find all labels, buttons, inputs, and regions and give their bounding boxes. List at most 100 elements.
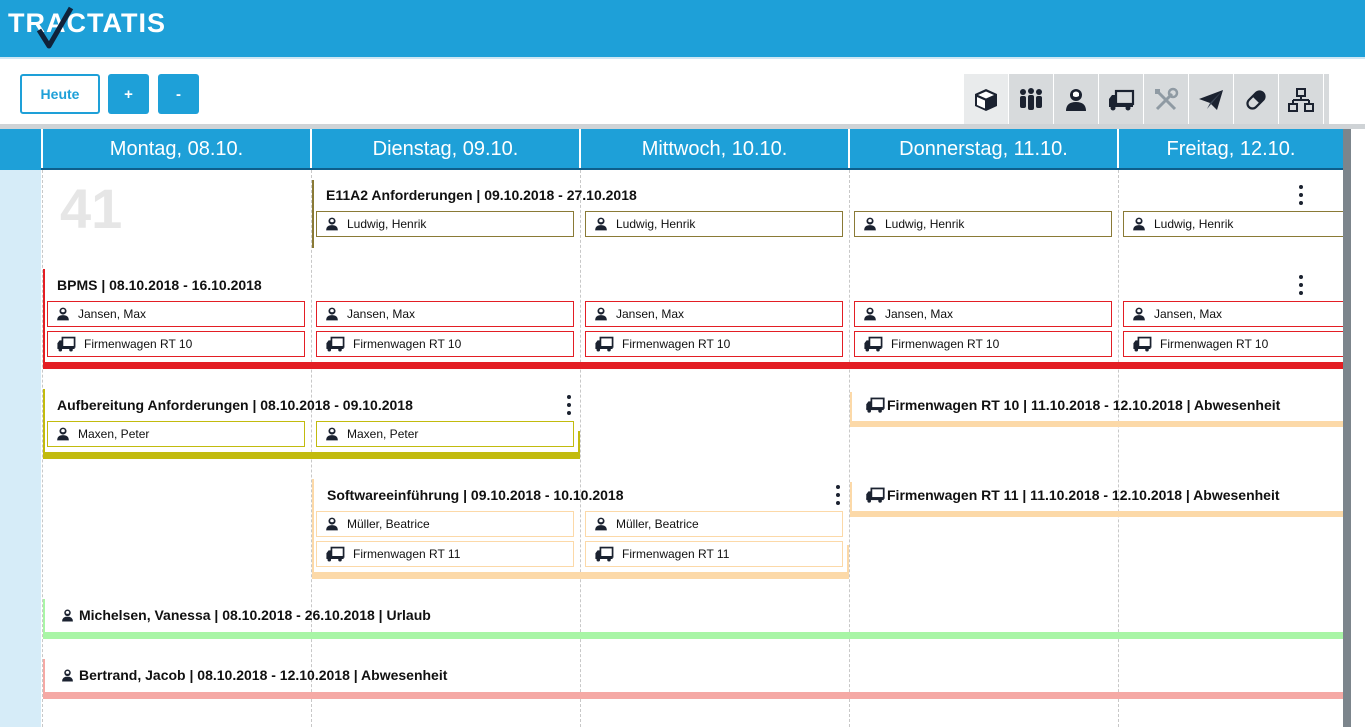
grid-line (580, 170, 581, 727)
event-bpms-person-chip[interactable]: Jansen, Max (585, 301, 843, 327)
event-rt10-absence-accent (850, 392, 852, 422)
event-rt11-absence-bar (850, 511, 1343, 517)
person-icon (326, 517, 338, 531)
day-header-friday[interactable]: Freitag, 12.10. (1119, 129, 1343, 170)
paper-plane-icon (1199, 89, 1223, 110)
person-icon (62, 669, 73, 681)
event-rt11-absence-accent (850, 482, 852, 512)
event-software-accent (312, 479, 314, 573)
event-software-vehicle-chip[interactable]: Firmenwagen RT 11 (316, 541, 574, 567)
person-icon (595, 307, 607, 321)
event-bertrand-bar (43, 692, 1343, 699)
grid-line (311, 170, 312, 727)
event-rt10-absence-title[interactable]: Firmenwagen RT 10 | 11.10.2018 - 12.10.2… (864, 397, 1280, 413)
event-rt10-absence-bar (850, 421, 1343, 427)
filter-projects-button[interactable] (964, 74, 1009, 125)
event-aufbereitung-person-chip[interactable]: Maxen, Peter (316, 421, 574, 447)
grid-line (1118, 170, 1119, 727)
truck-icon (866, 397, 885, 413)
event-software-person-chip[interactable]: Müller, Beatrice (585, 511, 843, 537)
event-bpms-person-chip[interactable]: Jansen, Max (854, 301, 1112, 327)
person-icon (595, 517, 607, 531)
filter-materials-button[interactable] (1234, 74, 1279, 125)
event-bpms-vehicle-chip[interactable]: Firmenwagen RT 10 (854, 331, 1112, 357)
row-gutter (0, 129, 41, 727)
event-bpms-person-chip[interactable]: Jansen, Max (47, 301, 305, 327)
event-e11a2-person-chip[interactable]: Ludwig, Henrik (316, 211, 574, 237)
event-software-vehicle-chip[interactable]: Firmenwagen RT 11 (585, 541, 843, 567)
today-button[interactable]: Heute (20, 74, 100, 114)
event-e11a2-accent (312, 180, 314, 248)
brand-logo[interactable]: TRACTATIS (8, 6, 166, 49)
event-e11a2-person-chip[interactable]: Ludwig, Henrik (1123, 211, 1343, 237)
pill-icon (1246, 89, 1266, 110)
person-icon (1133, 307, 1145, 321)
event-software-end-accent (847, 545, 849, 573)
team-icon (1020, 87, 1042, 110)
event-bpms-title[interactable]: BPMS | 08.10.2018 - 16.10.2018 (57, 277, 262, 293)
top-bar-underline (0, 57, 1365, 59)
truck-icon (866, 487, 885, 503)
filter-tools-button[interactable] (1144, 74, 1189, 125)
event-bpms-vehicle-chip[interactable]: Firmenwagen RT 10 (1123, 331, 1343, 357)
filter-teams-button[interactable] (1009, 74, 1054, 125)
event-e11a2-person-chip[interactable]: Ludwig, Henrik (854, 211, 1112, 237)
person-icon (1133, 217, 1145, 231)
zoom-out-button[interactable]: - (158, 74, 199, 114)
event-bpms-vehicle-chip[interactable]: Firmenwagen RT 10 (316, 331, 574, 357)
zoom-in-button[interactable]: + (108, 74, 149, 114)
filter-messages-button[interactable] (1189, 74, 1234, 125)
event-aufbereitung-menu-button[interactable] (566, 395, 572, 415)
package-icon (975, 88, 997, 111)
day-header-wednesday[interactable]: Mittwoch, 10.10. (581, 129, 848, 170)
event-bpms-person-chip[interactable]: Jansen, Max (316, 301, 574, 327)
day-header-tuesday[interactable]: Dienstag, 09.10. (312, 129, 579, 170)
person-icon (1066, 88, 1086, 111)
tools-icon (1155, 87, 1179, 110)
person-icon (326, 427, 338, 441)
resource-filter-bar (964, 74, 1329, 125)
event-rt11-absence-title[interactable]: Firmenwagen RT 11 | 11.10.2018 - 12.10.2… (864, 487, 1280, 503)
truck-icon (595, 546, 614, 562)
day-header-monday[interactable]: Montag, 08.10. (43, 129, 310, 170)
filter-persons-button[interactable] (1054, 74, 1099, 125)
person-icon (57, 307, 69, 321)
event-michelsen-bar (43, 632, 1343, 639)
event-aufbereitung-person-chip[interactable]: Maxen, Peter (47, 421, 305, 447)
event-bpms-vehicle-chip[interactable]: Firmenwagen RT 10 (47, 331, 305, 357)
hierarchy-icon (1288, 87, 1314, 112)
event-bpms-person-chip[interactable]: Jansen, Max (1123, 301, 1343, 327)
event-bertrand-accent (43, 659, 45, 695)
event-software-person-chip[interactable]: Müller, Beatrice (316, 511, 574, 537)
event-e11a2-menu-button[interactable] (1298, 185, 1304, 205)
day-header-thursday[interactable]: Donnerstag, 11.10. (850, 129, 1117, 170)
filter-structure-button[interactable] (1279, 74, 1324, 125)
vertical-scrollbar[interactable] (1343, 129, 1365, 727)
event-bpms-vehicle-chip[interactable]: Firmenwagen RT 10 (585, 331, 843, 357)
person-icon (62, 609, 73, 621)
event-software-title[interactable]: Softwareeinführung | 09.10.2018 - 10.10.… (327, 487, 624, 503)
truck-icon (595, 336, 614, 352)
event-aufbereitung-title[interactable]: Aufbereitung Anforderungen | 08.10.2018 … (57, 397, 413, 413)
person-icon (326, 217, 338, 231)
event-bertrand-title[interactable]: Bertrand, Jacob | 08.10.2018 - 12.10.201… (61, 667, 447, 683)
truck-icon (1133, 336, 1152, 352)
event-e11a2-title[interactable]: E11A2 Anforderungen | 09.10.2018 - 27.10… (326, 187, 637, 203)
header-underline (41, 168, 1343, 170)
truck-icon (326, 336, 345, 352)
grid-line (849, 170, 850, 727)
truck-icon (864, 336, 883, 352)
planner-app: TRACTATIS Heute + - Montag, 08.10. Diens… (0, 0, 1365, 727)
event-e11a2-person-chip[interactable]: Ludwig, Henrik (585, 211, 843, 237)
filter-vehicles-button[interactable] (1099, 74, 1144, 125)
event-michelsen-title[interactable]: Michelsen, Vanessa | 08.10.2018 - 26.10.… (61, 607, 431, 623)
event-bpms-menu-button[interactable] (1298, 275, 1304, 295)
event-software-menu-button[interactable] (835, 485, 841, 505)
week-number: 41 (60, 177, 123, 240)
event-aufbereitung-end-accent (578, 431, 580, 453)
person-icon (57, 427, 69, 441)
checkmark-icon (36, 6, 74, 49)
event-aufbereitung-accent (43, 389, 45, 453)
person-icon (595, 217, 607, 231)
person-icon (326, 307, 338, 321)
